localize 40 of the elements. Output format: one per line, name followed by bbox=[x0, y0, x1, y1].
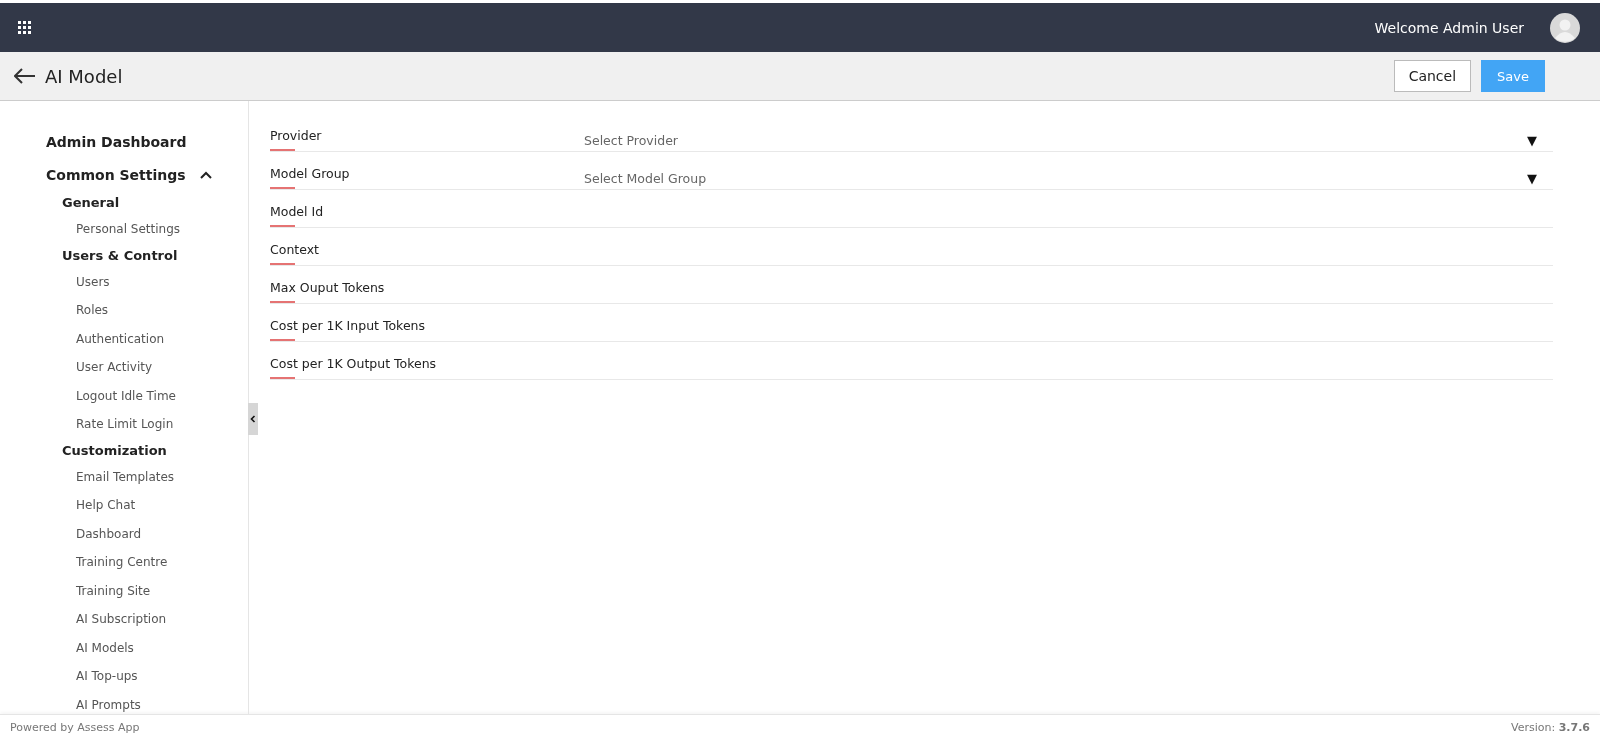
sidebar-group-heading: Customization bbox=[61, 441, 168, 460]
sidebar-item[interactable]: Logout Idle Time bbox=[0, 381, 248, 410]
avatar-icon[interactable] bbox=[1550, 12, 1580, 43]
sidebar-item[interactable]: AI Top-ups bbox=[0, 662, 248, 691]
sidebar-item[interactable]: Rate Limit Login bbox=[0, 410, 248, 439]
field-label: Context bbox=[270, 242, 320, 257]
sidebar-group-heading: General bbox=[61, 194, 121, 212]
dropdown-field[interactable]: Select Provider ▼ bbox=[584, 115, 1553, 151]
sidebar-item[interactable]: AI Prompts bbox=[0, 690, 248, 719]
cancel-button[interactable]: Cancel bbox=[1393, 60, 1472, 92]
caret-icon[interactable] bbox=[199, 170, 212, 179]
sidebar-item[interactable]: Dashboard bbox=[0, 519, 248, 548]
sidebar-item[interactable]: User Activity bbox=[0, 353, 248, 382]
field-label: Max Ouput Tokens bbox=[270, 280, 386, 295]
back-arrow-icon[interactable] bbox=[14, 68, 36, 84]
sidebar-item[interactable]: AI Subscription bbox=[0, 605, 248, 634]
sidebar-item[interactable]: Email Templates bbox=[0, 462, 248, 491]
sidebar-item[interactable]: AI Models bbox=[0, 633, 248, 662]
version-text: Version: 3.7.6 bbox=[1511, 720, 1590, 734]
sidebar-item[interactable]: Common Settings bbox=[46, 166, 186, 183]
field-label: Cost per 1K Output Tokens bbox=[270, 356, 438, 371]
sidebar-item[interactable]: Training Site bbox=[0, 576, 248, 605]
welcome-text: Welcome Admin User bbox=[1374, 19, 1524, 36]
sidebar-item[interactable]: Admin Dashboard bbox=[46, 133, 187, 150]
sidebar-item[interactable]: Roles bbox=[0, 296, 248, 325]
field-label: Model Group bbox=[270, 166, 351, 181]
collapse-sidebar-icon[interactable] bbox=[248, 403, 258, 435]
app-grid-icon[interactable] bbox=[18, 20, 32, 35]
sidebar-item[interactable]: Authentication bbox=[0, 324, 248, 353]
sidebar-item[interactable]: Users bbox=[0, 267, 248, 296]
sidebar-group-heading: Users & Control bbox=[61, 246, 179, 265]
footer-text: Powered by Assess App bbox=[10, 720, 140, 734]
field-label: Cost per 1K Input Tokens bbox=[270, 318, 427, 333]
page-title: AI Model bbox=[45, 65, 123, 87]
sidebar-item[interactable]: Help Chat bbox=[0, 491, 248, 520]
field-label: Provider bbox=[270, 128, 323, 143]
sidebar-item[interactable]: Training Centre bbox=[0, 548, 248, 577]
dropdown-field[interactable]: Select Model Group ▼ bbox=[584, 153, 1553, 189]
field-label: Model Id bbox=[270, 204, 325, 219]
sidebar-item[interactable]: Personal Settings bbox=[0, 215, 248, 244]
